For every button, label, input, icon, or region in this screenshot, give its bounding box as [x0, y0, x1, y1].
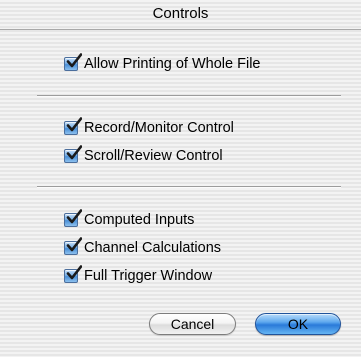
full-trigger-window-checkbox[interactable]: [64, 265, 82, 283]
record-monitor-label: Record/Monitor Control: [84, 120, 234, 136]
computed-inputs-label: Computed Inputs: [84, 212, 195, 228]
record-monitor-checkbox[interactable]: [64, 117, 82, 135]
computed-inputs-checkbox-row[interactable]: Computed Inputs: [64, 209, 195, 230]
scroll-review-checkbox-row[interactable]: Scroll/Review Control: [64, 145, 223, 166]
group-separator: [37, 95, 341, 97]
full-trigger-window-label: Full Trigger Window: [84, 268, 213, 284]
allow-printing-checkbox[interactable]: [64, 53, 82, 71]
checkmark-icon: [66, 237, 82, 252]
channel-calculations-label: Channel Calculations: [84, 240, 222, 256]
cancel-button[interactable]: Cancel: [149, 313, 236, 335]
checkmark-icon: [66, 209, 82, 224]
controls-dialog: Controls Allow Printing of Whole File Re…: [0, 0, 361, 357]
record-monitor-checkbox-row[interactable]: Record/Monitor Control: [64, 117, 234, 138]
checkmark-icon: [66, 145, 82, 160]
channel-calculations-checkbox[interactable]: [64, 237, 82, 255]
title-divider: [0, 29, 361, 30]
checkmark-icon: [66, 265, 82, 280]
full-trigger-window-checkbox-row[interactable]: Full Trigger Window: [64, 265, 213, 286]
scroll-review-checkbox[interactable]: [64, 145, 82, 163]
dialog-title: Controls: [152, 5, 209, 22]
allow-printing-label: Allow Printing of Whole File: [84, 56, 261, 72]
ok-button[interactable]: OK: [255, 313, 341, 335]
group-separator: [37, 186, 341, 188]
channel-calculations-checkbox-row[interactable]: Channel Calculations: [64, 237, 222, 258]
allow-printing-checkbox-row[interactable]: Allow Printing of Whole File: [64, 53, 261, 74]
computed-inputs-checkbox[interactable]: [64, 209, 82, 227]
scroll-review-label: Scroll/Review Control: [84, 148, 223, 164]
checkmark-icon: [66, 53, 82, 68]
checkmark-icon: [66, 117, 82, 132]
